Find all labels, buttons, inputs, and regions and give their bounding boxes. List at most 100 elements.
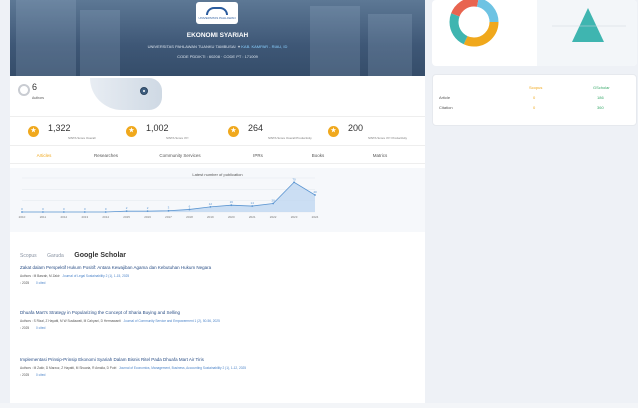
publication-meta: ▫ 2025 0 cited [20, 326, 420, 330]
chart-point [146, 210, 149, 213]
chart-data-label: 3 [168, 206, 170, 210]
table-row-label: Citation [439, 105, 453, 110]
stat-value: 1,002 [146, 123, 169, 133]
table-cell: 0 [533, 95, 536, 100]
chart-tick-label: 2021 [249, 215, 256, 219]
chart-data-label: 20 [271, 199, 275, 203]
chart-point [125, 210, 128, 213]
chart-point [209, 206, 212, 208]
stats-bar: ★ 1,322 SINTA Score Overall ★ 1,002 SINT… [10, 116, 425, 146]
chart-point [62, 211, 65, 213]
stat-value: 1,322 [48, 123, 71, 133]
chart-tick-label: 2024 [312, 215, 319, 219]
publication-year: 2025 [22, 326, 30, 330]
chart-data-label: 0 [105, 207, 107, 211]
department-codes: CODE PDDIKTI : 60208 · CODE PT : 171009 [177, 54, 258, 59]
chart-tick-label: 2023 [291, 215, 298, 219]
publication-authors-text: Authors : M Basrah, M Zakir [20, 274, 60, 278]
publication-authors: Authors : M Basrah, M Zakir Journal of L… [20, 274, 420, 278]
chart-tick-label: 2010 [19, 215, 26, 219]
stat-value: 200 [348, 123, 364, 133]
publication-authors: Authors : S Rizal, Z Hayatti, M W Susila… [20, 319, 420, 323]
publication-journal[interactable]: Journal of Economics, Management, Busine… [119, 366, 246, 370]
chart-data-label: 0 [42, 207, 44, 211]
side-summary-table: Scopus GScholar Article 0 186 Citation 0… [432, 74, 637, 126]
chart-point [293, 181, 295, 184]
chart-data-label: 6 [189, 204, 191, 208]
publication-chart-svg: 0201002011020120201302014220152201632017… [19, 177, 319, 219]
publication-authors: Authors : M Zakir, D Marzuz, Z Hayatti, … [20, 366, 420, 370]
institution-name[interactable]: UNIVERSITAS PAHLAWAN TUANKU TAMBUSAI [148, 44, 236, 49]
tab-books[interactable]: Books [288, 153, 348, 158]
publication-journal[interactable]: Journal of Community Service and Empower… [123, 319, 219, 323]
tab-community-services[interactable]: Community Services [150, 153, 210, 158]
table-cell: 0 [533, 105, 536, 110]
publication-item: Dhuafa Mart's Strategy in Popularizing t… [20, 310, 420, 330]
publication-meta: ▫ 2025 0 cited [20, 373, 420, 377]
chart-tick-label: 2020 [228, 215, 235, 219]
publication-journal[interactable]: Journal of Legal Sustainability 2 (1), 1… [62, 274, 129, 278]
department-affiliation: UNIVERSITAS PAHLAWAN TUANKU TAMBUSAI ⌖ K… [10, 44, 425, 49]
location-pin-icon: ⌖ [237, 44, 241, 49]
award-icon: ★ [28, 126, 39, 137]
chart-point [42, 211, 44, 213]
department-title: EKONOMI SYARIAH [186, 32, 249, 39]
chart-data-label: 2 [147, 206, 149, 210]
tab-iprs[interactable]: IPRs [228, 153, 288, 158]
pyramid-shape [572, 8, 604, 42]
stat-value: 264 [248, 123, 264, 133]
stat-label: SINTA Score Overall [68, 136, 96, 140]
side-charts-svg [449, 0, 626, 47]
authors-view-button[interactable] [140, 87, 148, 95]
chart-tick-label: 2014 [102, 215, 109, 219]
publication-year: 2025 [22, 373, 30, 377]
publication-item: Implementasi Prinsip-Prinsip Ekonomi Sya… [20, 357, 420, 377]
table-header-gscholar: GScholar [593, 85, 610, 90]
publication-title[interactable]: Implementasi Prinsip-Prinsip Ekonomi Sya… [20, 357, 420, 362]
stat-sinta-overall-productivity: ★ 264 SINTA Score Overall Productivity [228, 123, 328, 143]
publication-cited[interactable]: 0 cited [36, 281, 45, 285]
tab-garuda[interactable]: Garuda [47, 253, 64, 259]
chart-tick-label: 2012 [61, 215, 68, 219]
chart-tick-label: 2018 [186, 215, 193, 219]
chart-point [188, 208, 191, 211]
award-icon: ★ [228, 126, 239, 137]
donut-chart [449, 0, 499, 47]
table-cell: 360 [597, 105, 604, 110]
table-header-scopus: Scopus [529, 85, 543, 90]
publication-authors-text: Authors : S Rizal, Z Hayatti, M W Susila… [20, 319, 121, 323]
chart-point [104, 211, 107, 213]
stat-sinta-3yr: ★ 1,002 SINTA Score 3Yr [126, 123, 226, 143]
publication-cited[interactable]: 0 cited [36, 373, 45, 377]
tab-researches[interactable]: Researches [76, 153, 136, 158]
publication-item: Zakat dalam Perspektif Hukum Positif: An… [20, 265, 420, 285]
publication-title[interactable]: Dhuafa Mart's Strategy in Popularizing t… [20, 310, 420, 315]
calendar-icon: ▫ [20, 373, 22, 377]
chart-data-label: 0 [63, 207, 65, 211]
side-column: Scopus GScholar Article 0 186 Citation 0… [430, 0, 638, 408]
chart-tick-label: 2015 [123, 215, 130, 219]
chart-tick-label: 2016 [144, 215, 151, 219]
publication-cited[interactable]: 0 cited [36, 326, 45, 330]
tab-matrics[interactable]: Matrics [350, 153, 410, 158]
award-icon: ★ [328, 126, 339, 137]
tab-scopus[interactable]: Scopus [20, 253, 37, 259]
chart-data-label: 14 [251, 201, 255, 205]
chart-data-label: 0 [84, 207, 86, 211]
profile-banner: UNIVERSITAS PAHLAWAN EKONOMI SYARIAH UNI… [10, 0, 425, 76]
tab-google-scholar[interactable]: Google Scholar [74, 252, 126, 259]
chart-tick-label: 2022 [270, 215, 277, 219]
publication-year: 2025 [22, 281, 30, 285]
authors-icon [18, 84, 30, 96]
chart-data-label: 2 [126, 206, 128, 210]
table-row-label: Article [439, 95, 451, 100]
profile-tabs: Articles Researches Community Services I… [10, 150, 425, 164]
publication-title[interactable]: Zakat dalam Perspektif Hukum Positif: An… [20, 265, 420, 270]
tab-articles[interactable]: Articles [14, 153, 74, 158]
chart-point [230, 204, 233, 207]
chart-point [272, 202, 275, 205]
university-logo: UNIVERSITAS PAHLAWAN [196, 2, 238, 24]
chart-tick-label: 2019 [207, 215, 214, 219]
chart-data-label: 70 [292, 177, 296, 181]
location-link[interactable]: KAB. KAMPAR - RIAU, ID [241, 44, 287, 49]
